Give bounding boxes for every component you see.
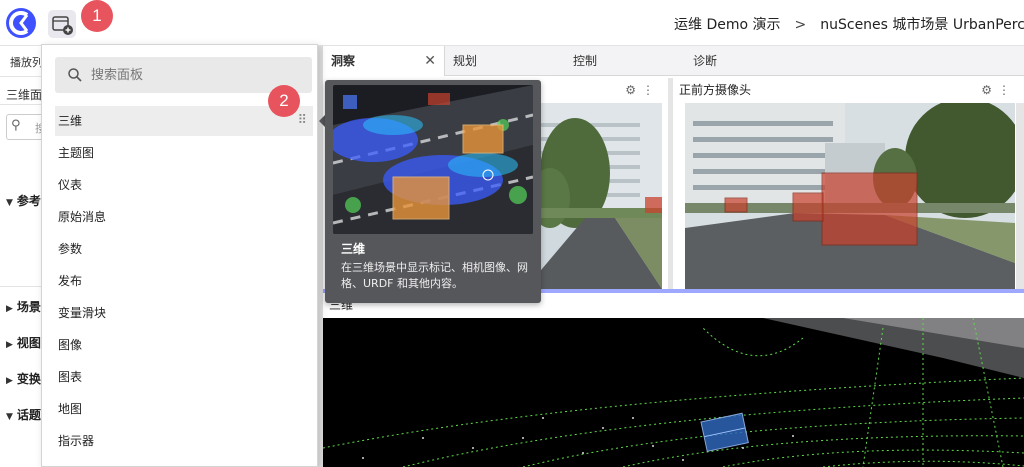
gear-icon[interactable]: ⚙ [981, 83, 998, 97]
left-sidebar: 播放列 三维面 ⚲ 搜 ▼参考 ▶场景 ▶视图 ▶变换 ▼话题 [0, 46, 44, 467]
step-badge-2: 2 [268, 85, 300, 117]
chevron-right-icon: ▶ [6, 304, 13, 314]
search-icon [68, 68, 82, 82]
menu-item-gauge[interactable]: 仪表 [55, 170, 313, 200]
step-badge-1: 1 [81, 0, 113, 32]
menu-item-publish[interactable]: 发布 [55, 266, 313, 296]
tab-bar: 洞察 ✕ 规划 控制 诊断 [323, 46, 1024, 76]
gear-icon[interactable]: ⚙ [625, 83, 642, 97]
tab-planning[interactable]: 规划 [445, 46, 565, 76]
drag-handle-icon[interactable]: ⠿ [297, 106, 307, 136]
menu-item-variable-slider[interactable]: 变量滑块 [55, 298, 313, 328]
add-panel-icon [52, 16, 73, 35]
sidebar-section[interactable]: ▶ 变换 [6, 370, 41, 387]
tab-insight[interactable]: 洞察 ✕ [323, 46, 445, 76]
breadcrumb: 运维 Demo 演示 > nuScenes 城市场景 UrbanPercept [674, 14, 1024, 34]
sidebar-section[interactable]: ▼ 话题 [6, 406, 41, 423]
tab-control[interactable]: 控制 [565, 46, 685, 76]
breadcrumb-item[interactable]: nuScenes 城市场景 UrbanPercept [820, 17, 1024, 33]
menu-item-raw-messages[interactable]: 原始消息 [55, 202, 313, 232]
close-icon[interactable]: ✕ [424, 46, 436, 76]
chevron-right-icon: ▶ [6, 340, 13, 350]
sidebar-search-input[interactable]: ⚲ 搜 [6, 114, 43, 140]
search-icon: ⚲ [11, 118, 21, 133]
menu-item-parameters[interactable]: 参数 [55, 234, 313, 264]
menu-item-image[interactable]: 图像 [55, 330, 313, 360]
app-logo[interactable] [4, 6, 38, 40]
menu-item-map[interactable]: 地图 [55, 394, 313, 424]
menu-item-topic-graph[interactable]: 主题图 [55, 138, 313, 168]
tooltip-title: 三维 [341, 242, 366, 256]
chevron-down-icon: ▼ [6, 412, 13, 422]
more-vertical-icon[interactable]: ⋮ [642, 83, 660, 97]
scrollbar[interactable] [1016, 103, 1024, 289]
panel-preview-image [333, 85, 533, 234]
sidebar-section[interactable]: ▶ 视图 [6, 334, 41, 351]
sidebar-panel-label: 三维面 [6, 88, 43, 102]
panel-title-front-camera: 正前方摄像头 [679, 83, 752, 97]
more-vertical-icon[interactable]: ⋮ [998, 83, 1016, 97]
breadcrumb-item[interactable]: 运维 Demo 演示 [674, 17, 781, 33]
panel-preview-tooltip: 三维 在三维场景中显示标记、相机图像、网格、URDF 和其他内容。 [325, 80, 541, 303]
sidebar-section[interactable]: ▼ 参考 [6, 192, 41, 209]
sidebar-section[interactable]: ▶ 场景 [6, 298, 41, 315]
scene-3d-viewport[interactable] [323, 318, 1024, 467]
tab-diagnostics[interactable]: 诊断 [685, 46, 805, 76]
panel-header: 正前方摄像头 ⚙⋮ [673, 78, 1024, 102]
chevron-right-icon: ▶ [6, 376, 13, 386]
menu-item-plot[interactable]: 图表 [55, 362, 313, 392]
sidebar-top-label[interactable]: 播放列 [10, 54, 43, 70]
chevron-down-icon: ▼ [6, 198, 13, 208]
top-bar: 运维 Demo 演示 > nuScenes 城市场景 UrbanPercept [0, 0, 1024, 46]
add-panel-button[interactable] [48, 10, 76, 38]
divider [668, 78, 673, 289]
menu-item-indicator[interactable]: 指示器 [55, 426, 313, 456]
breadcrumb-separator: > [794, 17, 807, 33]
panel-search-input[interactable] [91, 65, 301, 85]
tooltip-description: 在三维场景中显示标记、相机图像、网格、URDF 和其他内容。 [341, 261, 528, 290]
camera-image-front [685, 103, 1015, 289]
